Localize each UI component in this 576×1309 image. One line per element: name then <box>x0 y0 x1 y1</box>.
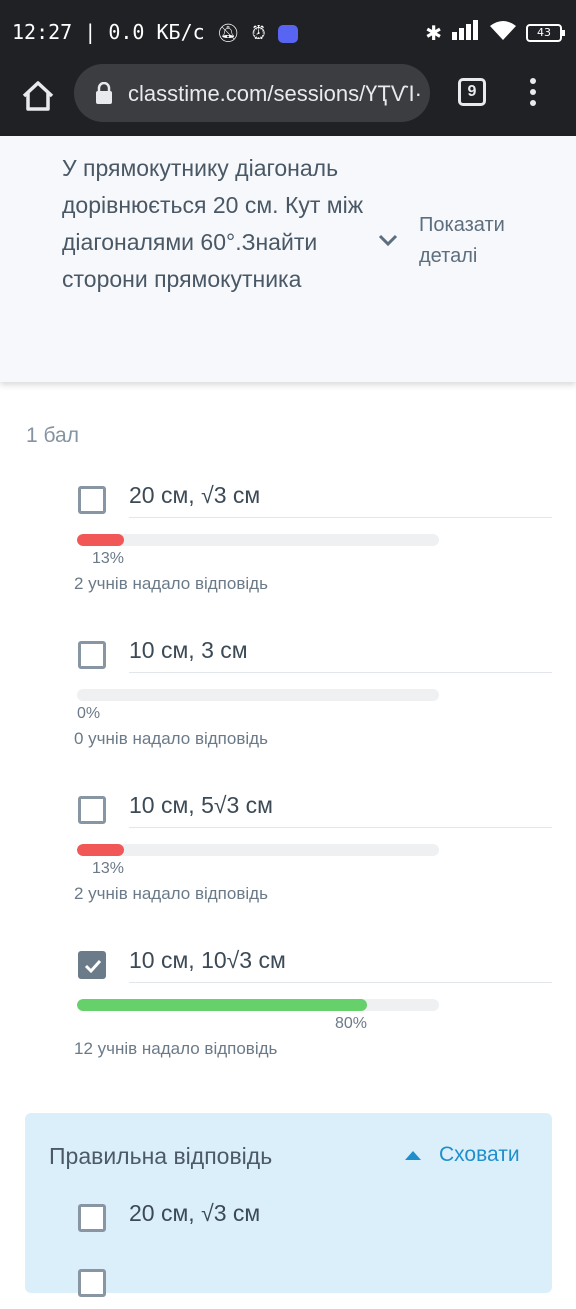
url-text: classtime.com/sessions/ҮҬѴІ· <box>128 81 422 106</box>
status-time-speed: 12:27 | 0.0 КБ/с 🔕︎ ⏰︎ <box>12 20 298 44</box>
answer-option: 10 см, 5√3 см 13% 2 учнів надало відпові… <box>0 792 576 916</box>
option-label: 10 см, 3 см <box>129 637 552 673</box>
checkmark-icon <box>84 959 102 974</box>
lock-icon <box>96 82 112 104</box>
option-checkbox[interactable] <box>78 951 106 979</box>
browser-menu-button[interactable] <box>526 78 540 108</box>
bluetooth-icon: ✱ <box>425 22 442 45</box>
answer-option: 20 см, √3 см 13% 2 учнів надало відповід… <box>0 482 576 606</box>
result-bar-fill <box>77 844 124 856</box>
question-text: У прямокутнику діагональ дорівнюється 20… <box>62 155 364 292</box>
correct-answer-title: Правильна відповідь <box>49 1143 273 1169</box>
menu-dot-icon <box>530 100 536 106</box>
result-bar <box>77 844 439 856</box>
result-percent: 13% <box>91 550 124 567</box>
option-checkbox[interactable] <box>78 486 106 514</box>
answer-option: 10 см, 10√3 см 80% 12 учнів надало відпо… <box>0 947 576 1071</box>
response-count: 12 учнів надало відповідь <box>74 1039 278 1058</box>
result-bar <box>77 689 439 701</box>
home-icon <box>22 81 54 111</box>
show-details-button[interactable]: Показати деталі <box>419 210 539 272</box>
answer-option: 10 см, 3 см 0% 0 учнів надало відповідь <box>0 637 576 761</box>
correct-answer-option: 20 см, √3 см <box>25 1200 552 1244</box>
option-checkbox[interactable] <box>78 1204 106 1232</box>
browser-toolbar: classtime.com/sessions/ҮҬѴІ· 9 <box>0 64 576 136</box>
address-bar[interactable]: classtime.com/sessions/ҮҬѴІ· <box>74 64 430 122</box>
result-bar <box>77 999 439 1011</box>
correct-answer-panel: Правильна відповідь Сховати 20 см, √3 см <box>25 1113 552 1297</box>
home-button[interactable] <box>18 76 58 116</box>
result-bar-fill <box>77 999 367 1011</box>
alarm-icon: ⏰︎ <box>251 23 266 44</box>
mute-icon: 🔕︎ <box>216 23 240 44</box>
result-percent: 0% <box>77 705 101 722</box>
result-percent: 80% <box>334 1015 367 1032</box>
response-count: 2 учнів надало відповідь <box>74 884 268 903</box>
battery-icon: 43 <box>526 24 565 42</box>
correct-answer-option <box>25 1269 552 1309</box>
result-bar-fill <box>77 534 124 546</box>
tab-switcher-button[interactable]: 9 <box>458 78 486 106</box>
option-checkbox[interactable] <box>78 1269 106 1297</box>
chevron-down-icon[interactable] <box>374 230 402 250</box>
option-label: 10 см, 10√3 см <box>129 947 552 983</box>
option-label: 20 см, √3 см <box>129 1200 261 1226</box>
hide-answer-button[interactable]: Сховати <box>405 1143 520 1167</box>
status-icons: ✱ 43 <box>425 20 565 46</box>
status-bar: 12:27 | 0.0 КБ/с 🔕︎ ⏰︎ ✱ 43 <box>0 0 576 64</box>
caret-up-icon <box>405 1150 421 1160</box>
points-label: 1 бал <box>26 424 79 447</box>
menu-dot-icon <box>530 78 536 84</box>
option-checkbox[interactable] <box>78 641 106 669</box>
response-count: 2 учнів надало відповідь <box>74 574 268 593</box>
response-count: 0 учнів надало відповідь <box>74 729 268 748</box>
question-card: У прямокутнику діагональ дорівнюється 20… <box>0 136 576 382</box>
result-bar <box>77 534 439 546</box>
status-time-text: 12:27 | 0.0 КБ/с <box>12 20 205 44</box>
option-checkbox[interactable] <box>78 796 106 824</box>
option-label: 20 см, √3 см <box>129 482 552 518</box>
discord-icon <box>277 24 298 43</box>
signal-icon <box>452 20 480 46</box>
option-label: 10 см, 5√3 см <box>129 792 552 828</box>
result-percent: 13% <box>91 860 124 877</box>
wifi-icon <box>490 20 516 46</box>
hide-answer-label: Сховати <box>439 1143 520 1166</box>
menu-dot-icon <box>530 89 536 95</box>
